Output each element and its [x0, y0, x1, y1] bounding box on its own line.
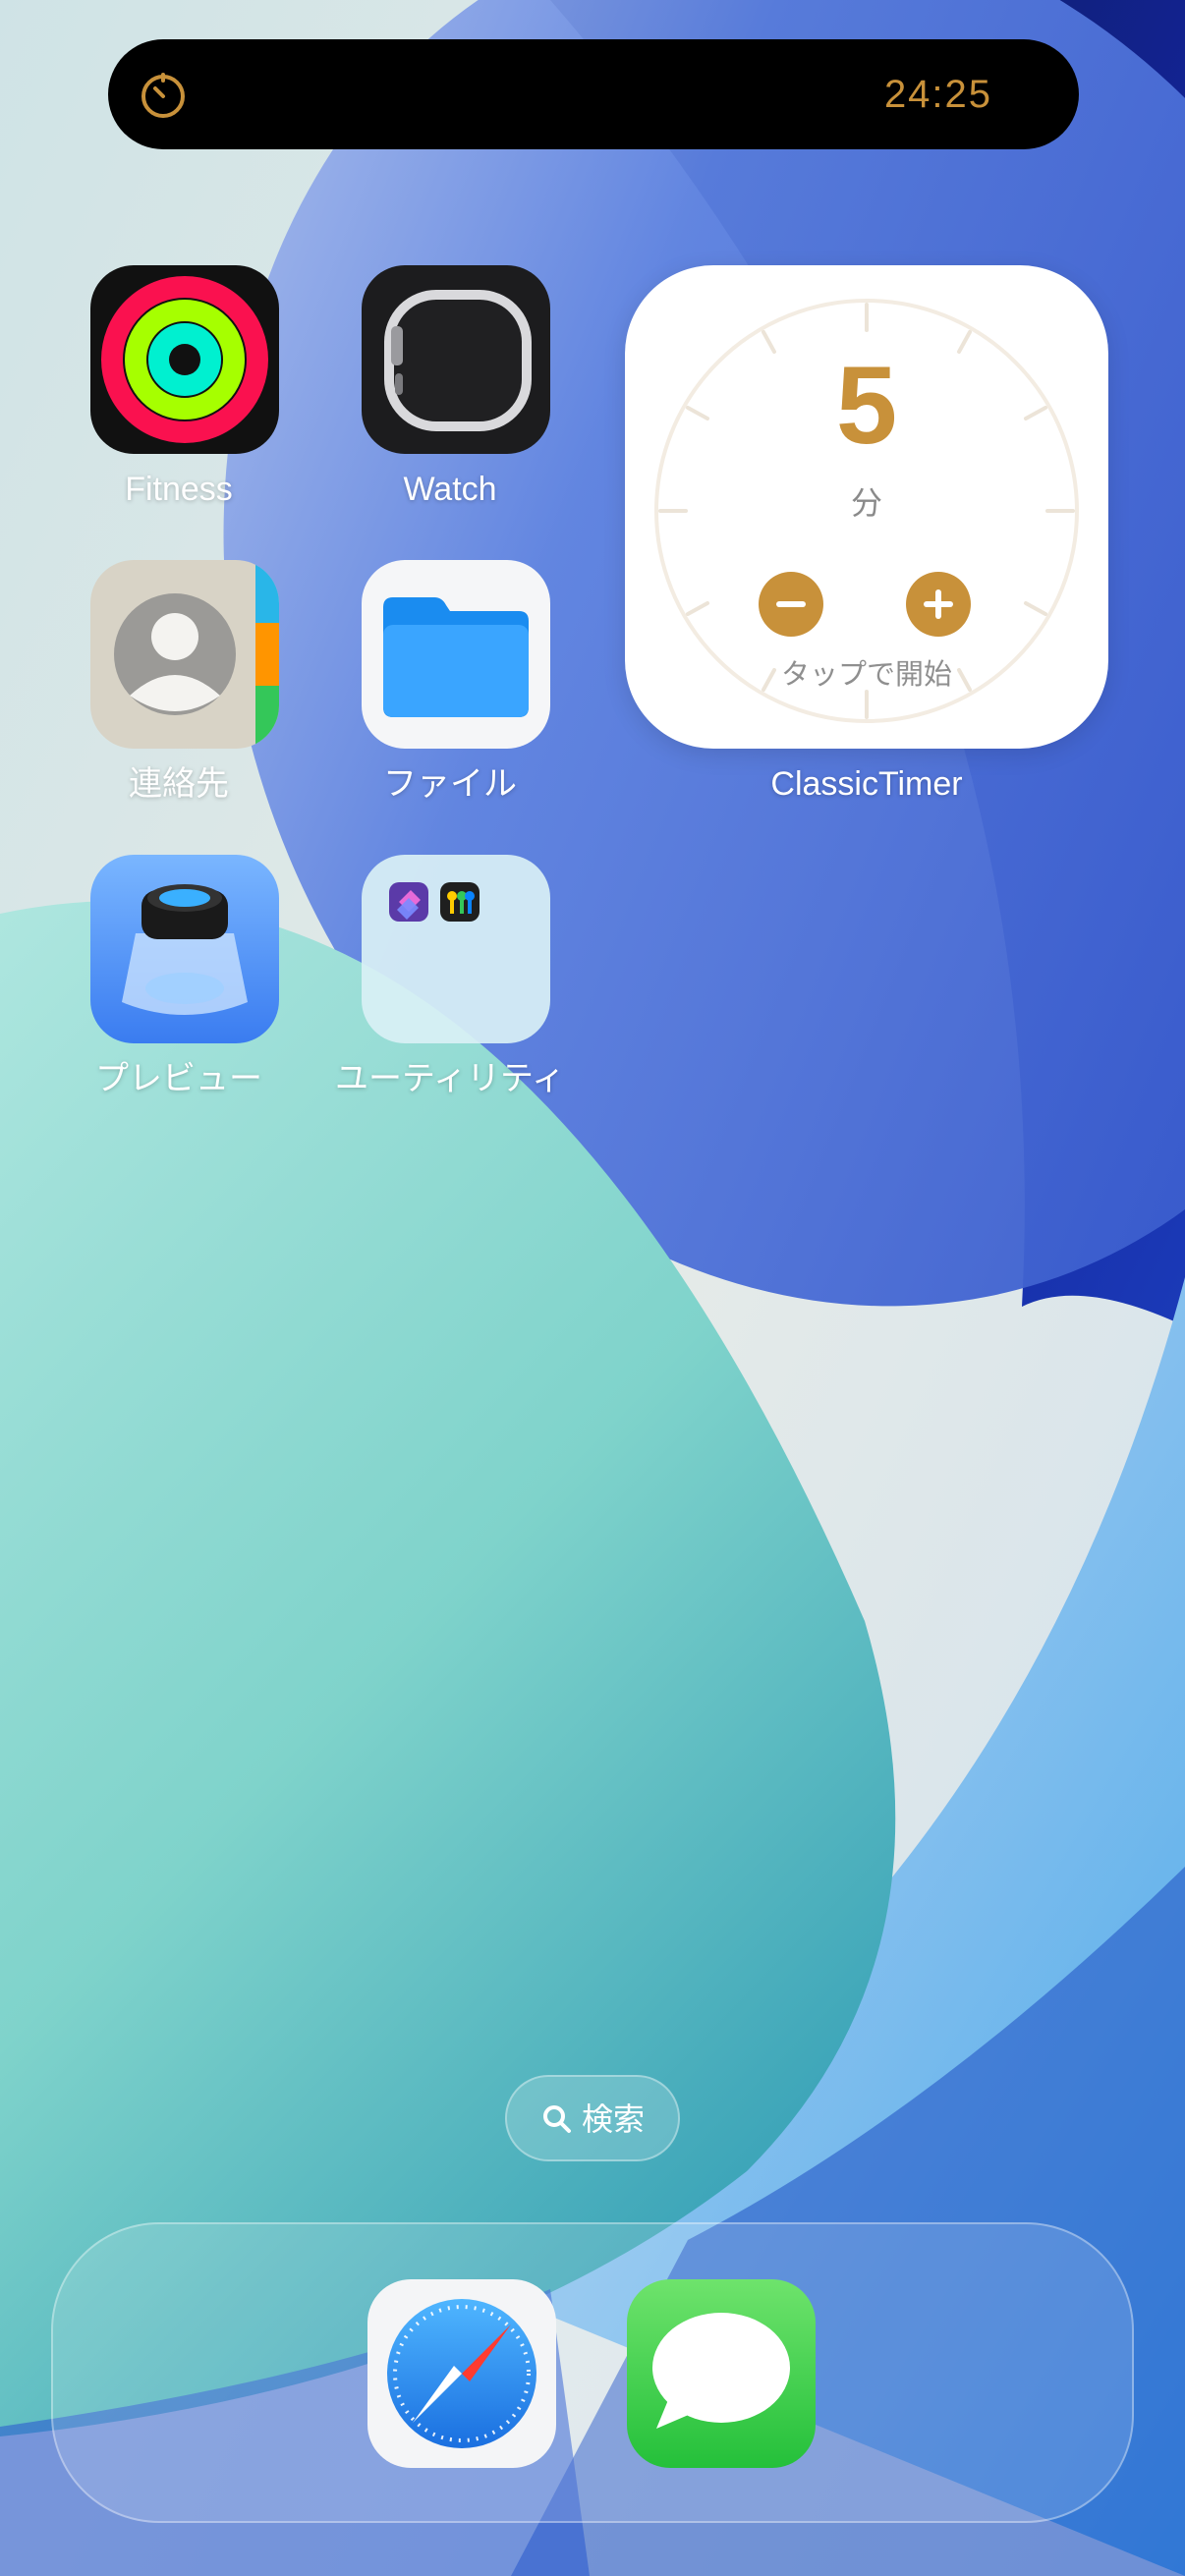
live-activity-timer[interactable]: 24:25 [108, 39, 1079, 149]
home-search-button[interactable]: 検索 [505, 2075, 680, 2161]
preview-loupe-icon [90, 855, 279, 1043]
timer-unit: 分 [850, 485, 882, 521]
app-label: Watch [403, 471, 497, 508]
files-folder-icon [362, 560, 550, 749]
classic-timer-widget[interactable]: 5 分 タップで開始 [625, 265, 1108, 749]
decrease-minutes-button[interactable] [759, 572, 823, 637]
dock [51, 2222, 1134, 2523]
app-label: ファイル [383, 765, 517, 803]
app-label: Fitness [125, 471, 233, 508]
utilities-folder-icon [362, 855, 550, 1043]
timer-icon [141, 73, 185, 118]
app-label: 連絡先 [129, 765, 229, 803]
dock-app-messages[interactable] [627, 2279, 816, 2468]
search-label: 検索 [582, 2101, 646, 2137]
widget-label: ClassicTimer [770, 765, 963, 803]
contacts-icon [90, 560, 279, 749]
tap-to-start-hint: タップで開始 [780, 659, 952, 691]
fitness-rings-icon [90, 265, 279, 454]
increase-minutes-button[interactable] [906, 572, 971, 637]
safari-compass-icon [367, 2279, 556, 2468]
messages-bubble-icon [627, 2279, 816, 2468]
plus-icon [924, 589, 953, 619]
watch-icon [362, 265, 550, 454]
app-label: ユーティリティ [335, 1060, 565, 1097]
live-activity-time: 24:25 [883, 73, 993, 116]
timer-minutes: 5 [835, 344, 898, 467]
app-label: プレビュー [95, 1060, 262, 1097]
search-icon [543, 2105, 571, 2133]
minus-icon [776, 601, 806, 607]
dock-app-safari[interactable] [367, 2279, 556, 2468]
